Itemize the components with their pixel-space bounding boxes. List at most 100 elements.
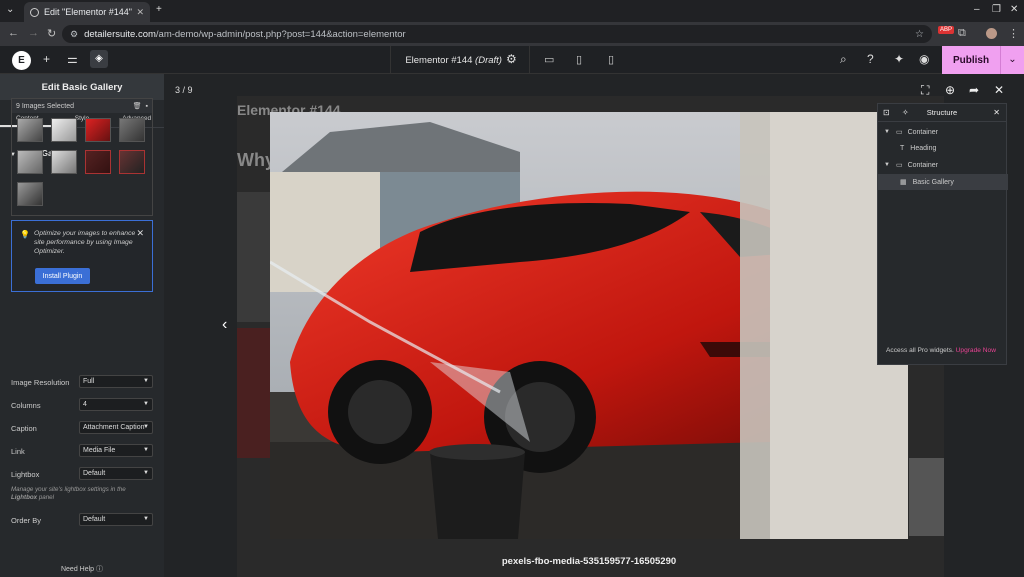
heading-icon: T (900, 144, 905, 152)
gallery-thumbnail[interactable] (17, 118, 43, 142)
order-by-select[interactable]: Default ▼ (79, 513, 153, 526)
need-help-link[interactable]: Need Help ⓘ (0, 564, 164, 574)
structure-item-container[interactable]: ▼ ▭ Container (878, 124, 1008, 140)
select-value: Default (83, 516, 106, 523)
control-label-link: Link (11, 447, 25, 456)
lightbox-settings-link[interactable]: Lightbox (11, 494, 37, 501)
control-label-order-by: Order By (11, 516, 42, 525)
reload-icon[interactable]: ↻ (47, 27, 56, 40)
lightbox-note-suffix: panel (37, 494, 54, 501)
dismiss-notice-icon[interactable]: ✕ (136, 228, 144, 239)
close-structure-icon[interactable]: ✕ (993, 108, 1000, 117)
url-path: /am-demo/wp-admin/post.php?post=144&acti… (155, 28, 406, 40)
chrome-menu-icon[interactable]: ⋮ (1008, 27, 1019, 40)
help-icon[interactable]: ? (867, 52, 874, 66)
select-value: 4 (83, 401, 87, 408)
add-element-icon[interactable]: + (43, 52, 50, 66)
structure-item-label: Basic Gallery (912, 178, 954, 186)
gallery-thumbnail[interactable] (51, 118, 77, 142)
caret-down-icon: ▼ (143, 424, 149, 430)
close-tab-icon[interactable]: ✕ (136, 7, 144, 18)
document-name: Elementor #144 (405, 54, 473, 66)
site-info-icon[interactable]: ⚙ (70, 29, 78, 40)
close-lightbox-icon[interactable]: ✕ (994, 83, 1004, 97)
url-host: detailersuite.com (84, 28, 156, 40)
caret-down-icon: ▼ (143, 447, 149, 453)
image-resolution-select[interactable]: Full ▼ (79, 375, 153, 388)
caption-select[interactable]: Attachment Caption ▼ (79, 421, 153, 434)
mobile-icon[interactable]: ▯ (608, 53, 614, 66)
elementor-logo-icon[interactable]: E (12, 51, 31, 70)
lightbox-counter: 3 / 9 (175, 85, 193, 95)
device-switcher: ▭ ▯ ▯ (530, 46, 630, 74)
page-settings-icon[interactable]: ⚙ (506, 52, 517, 66)
upgrade-now-link[interactable]: Upgrade Now (956, 347, 996, 354)
container-icon: ▭ (895, 129, 903, 136)
gallery-thumbnail[interactable] (85, 150, 111, 174)
install-plugin-button[interactable]: Install Plugin (35, 268, 90, 284)
pro-upgrade-note: Access all Pro widgets. Upgrade Now (886, 347, 996, 354)
forward-icon[interactable]: → (28, 27, 39, 39)
previous-image-arrow-icon[interactable]: ‹ (222, 316, 227, 334)
address-bar[interactable]: ⚙ detailersuite.com /am-demo/wp-admin/po… (62, 25, 932, 43)
trash-icon[interactable]: 🗑 (133, 103, 142, 110)
fullscreen-icon[interactable]: ⛶ (921, 83, 929, 98)
gallery-thumbnail[interactable] (119, 150, 145, 174)
zoom-icon[interactable]: ⊕ (945, 83, 955, 97)
link-select[interactable]: Media File ▼ (79, 444, 153, 457)
gallery-thumbnail[interactable] (17, 182, 43, 206)
wordpress-favicon-icon (30, 7, 39, 17)
gallery-thumbnail[interactable] (17, 150, 43, 174)
adblock-extension-icon[interactable]: ABP (938, 26, 955, 34)
browser-tab[interactable]: Edit "Elementor #144" ‹ ✕ (24, 2, 150, 22)
structure-layers-icon[interactable]: ◈ (90, 50, 108, 68)
browser-toolbar: ← → ↻ ⚙ detailersuite.com /am-demo/wp-ad… (0, 22, 1024, 46)
publish-button[interactable]: Publish (942, 46, 1000, 74)
back-icon[interactable]: ← (8, 27, 19, 39)
structure-header: ⊡ ✧ Structure ✕ (878, 104, 1006, 122)
structure-item-basic-gallery[interactable]: ▦ Basic Gallery (878, 174, 1008, 190)
preview-eye-icon[interactable]: ◉ (919, 52, 929, 66)
browser-tab-bar: ⌄ Edit "Elementor #144" ‹ ✕ + – ❐ ✕ (0, 0, 1024, 22)
site-settings-icon[interactable]: ⚌ (67, 52, 78, 66)
gallery-control[interactable]: 9 Images Selected 🗑 ▪ (11, 98, 153, 216)
search-icon[interactable]: ⌕ (840, 52, 847, 67)
container-icon: ▭ (895, 162, 903, 169)
caret-down-icon: ▼ (143, 516, 149, 522)
gallery-thumbnail[interactable] (85, 118, 111, 142)
new-tab-icon[interactable]: + (156, 4, 162, 15)
caret-down-icon: ▼ (143, 401, 149, 407)
gallery-thumbnail[interactable] (51, 150, 77, 174)
notifications-icon[interactable]: ✦ (894, 52, 904, 66)
gallery-icon: ▦ (900, 179, 907, 186)
gallery-thumbnail[interactable] (119, 118, 145, 142)
bookmark-star-icon[interactable]: ☆ (915, 29, 924, 40)
tab-search-icon[interactable]: ⌄ (6, 4, 14, 15)
tablet-icon[interactable]: ▯ (576, 53, 582, 66)
extensions-icon[interactable]: ⧉ (958, 27, 966, 40)
panel-title: Edit Basic Gallery (0, 74, 164, 100)
need-help-label: Need Help (60, 566, 95, 573)
images-selected-count: 9 Images Selected (16, 102, 74, 110)
help-circle-icon: ⓘ (96, 566, 104, 573)
minimize-icon[interactable]: – (974, 4, 980, 15)
lightbox-image (270, 112, 908, 539)
profile-avatar[interactable] (986, 28, 997, 39)
structure-title: Structure (926, 108, 958, 117)
share-icon[interactable]: ➦ (969, 83, 979, 97)
maximize-icon[interactable]: ❐ (992, 4, 1001, 15)
structure-item-heading[interactable]: T Heading (878, 140, 1008, 156)
close-window-icon[interactable]: ✕ (1010, 4, 1018, 15)
lightbox-help-note: Manage your site's lightbox settings in … (11, 486, 153, 502)
notice-text: Optimize your images to enhance site per… (34, 230, 136, 255)
delete-all-icon[interactable]: ▪ (146, 103, 148, 110)
columns-select[interactable]: 4 ▼ (79, 398, 153, 411)
publish-options-chevron-icon[interactable]: ⌄ (1000, 46, 1024, 74)
lightbulb-icon: 💡 (20, 230, 30, 239)
desktop-icon[interactable]: ▭ (544, 53, 554, 66)
structure-item-container[interactable]: ▼ ▭ Container (878, 157, 1008, 173)
upgrade-text: Access all Pro widgets. (886, 347, 954, 354)
lightbox-select[interactable]: Default ▼ (79, 467, 153, 480)
structure-item-label: Container (907, 161, 938, 169)
image-optimizer-notice: 💡 Optimize your images to enhance site p… (11, 220, 153, 292)
